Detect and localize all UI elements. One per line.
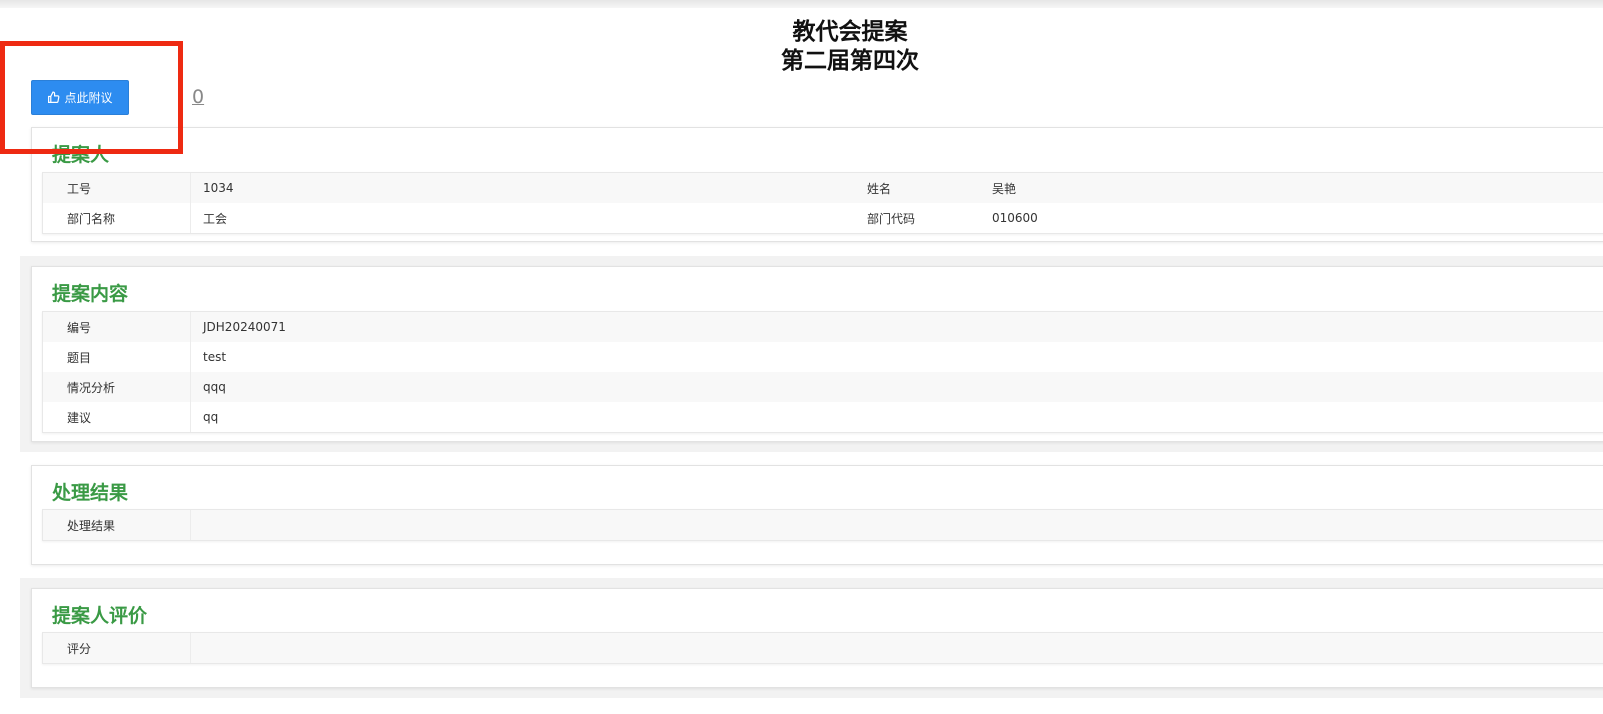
field-label: 部门代码 <box>867 211 916 226</box>
field-value: test <box>203 350 227 364</box>
result-panel: 处理结果 处理结果 <box>31 465 1603 565</box>
content-title: 提案内容 <box>52 283 129 305</box>
content-table: 编号 JDH20240071 题目 test 情况分析 qqq 建议 qq <box>42 311 1603 433</box>
field-label: 编号 <box>43 312 191 342</box>
top-border <box>0 0 1603 8</box>
table-row: 情况分析 qqq <box>43 372 1603 402</box>
field-value: JDH20240071 <box>203 320 286 334</box>
proposer-title: 提案人 <box>52 144 110 166</box>
field-value <box>191 510 203 540</box>
page-subtitle: 第二届第四次 <box>781 48 919 74</box>
table-row: 部门名称 工会 部门代码 010600 <box>43 203 1603 233</box>
evaluation-panel: 提案人评价 评分 <box>31 588 1603 688</box>
table-row: 题目 test <box>43 342 1603 372</box>
proposer-panel: 提案人 工号 1034 姓名 吴艳 部门名称 工会 部门代码 010600 <box>31 127 1603 242</box>
field-label: 部门名称 <box>43 203 191 233</box>
field-label: 处理结果 <box>43 510 191 540</box>
page-title-main: 教代会提案 <box>792 19 908 45</box>
second-proposal-label: 点此附议 <box>64 91 113 105</box>
field-value: 工会 <box>203 211 228 226</box>
field-label: 情况分析 <box>43 372 191 402</box>
support-count-link[interactable]: 0 <box>192 86 204 108</box>
table-row: 工号 1034 姓名 吴艳 <box>43 173 1603 203</box>
result-table: 处理结果 <box>42 509 1603 541</box>
field-label: 工号 <box>43 173 191 203</box>
second-proposal-button[interactable]: 点此附议 <box>31 80 129 115</box>
field-value: 吴艳 <box>992 181 1017 196</box>
field-label: 题目 <box>43 342 191 372</box>
field-value: qqq <box>203 380 226 394</box>
page-title: 教代会提案 第二届第四次 <box>700 18 1000 76</box>
evaluation-table: 评分 <box>42 632 1603 664</box>
field-label: 评分 <box>43 633 191 663</box>
proposer-table: 工号 1034 姓名 吴艳 部门名称 工会 部门代码 010600 <box>42 172 1603 234</box>
field-label: 建议 <box>43 402 191 432</box>
content-panel: 提案内容 编号 JDH20240071 题目 test 情况分析 qqq 建议 … <box>31 266 1603 442</box>
table-row: 评分 <box>43 633 1603 663</box>
table-row: 处理结果 <box>43 510 1603 540</box>
table-row: 编号 JDH20240071 <box>43 312 1603 342</box>
evaluation-title: 提案人评价 <box>52 605 148 627</box>
field-value <box>191 633 203 663</box>
result-title: 处理结果 <box>52 482 129 504</box>
table-row: 建议 qq <box>43 402 1603 432</box>
field-value: qq <box>203 410 219 424</box>
thumbs-up-icon <box>48 91 60 103</box>
field-value: 1034 <box>203 181 234 195</box>
field-value: 010600 <box>992 211 1038 225</box>
field-label: 姓名 <box>867 181 892 196</box>
